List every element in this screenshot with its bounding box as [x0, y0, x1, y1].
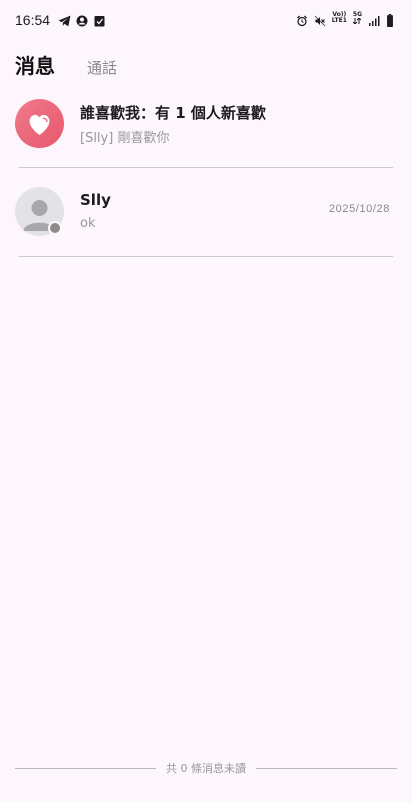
conversation-preview: ok	[80, 216, 96, 231]
volte-icon: Vo)) LTE1	[332, 12, 347, 24]
online-status-indicator	[48, 221, 62, 235]
tab-calls[interactable]: 通話	[87, 57, 117, 79]
signal-icon	[368, 12, 380, 26]
unread-summary: 共 0 條消息未讀	[15, 760, 397, 776]
volte-bottom-text: LTE1	[331, 17, 347, 24]
conversation-date: 2025/10/28	[328, 203, 390, 215]
footer-line-left	[15, 767, 156, 769]
tab-messages[interactable]: 消息	[15, 50, 55, 79]
alarm-icon	[296, 12, 308, 27]
tab-bar: 消息 通話	[15, 50, 117, 79]
mute-icon	[314, 12, 326, 27]
battery-icon	[386, 12, 398, 27]
conversation-item-slly[interactable]: Slly ok 2025/10/28	[0, 172, 412, 248]
5g-icon: 5G	[353, 12, 362, 24]
status-right-icons: Vo)) LTE1 5G	[296, 12, 398, 27]
telegram-icon	[58, 12, 71, 27]
checkbox-icon	[94, 12, 106, 27]
status-time: 16:54	[15, 12, 51, 28]
unread-count-text: 共 0 條消息未讀	[166, 762, 246, 775]
footer-line-right	[256, 767, 397, 769]
conversation-title: 誰喜歡我：有 1 個人新喜歡	[80, 104, 266, 122]
messages-screen: 16:54 Vo)) LTE1 5G 消息 通話 誰喜歡我：有 1 個人新喜歡 …	[0, 0, 412, 802]
conversation-title: Slly	[80, 191, 111, 209]
account-circle-icon	[76, 12, 88, 27]
divider	[19, 256, 393, 257]
conversation-item-likes[interactable]: 誰喜歡我：有 1 個人新喜歡 [Slly] 剛喜歡你	[0, 88, 412, 164]
status-bar: 16:54 Vo)) LTE1 5G	[0, 0, 412, 42]
heart-icon	[29, 114, 50, 135]
likes-avatar	[15, 99, 64, 148]
divider	[19, 167, 393, 168]
conversation-preview: [Slly] 剛喜歡你	[80, 131, 170, 146]
status-left-icons	[58, 12, 106, 27]
